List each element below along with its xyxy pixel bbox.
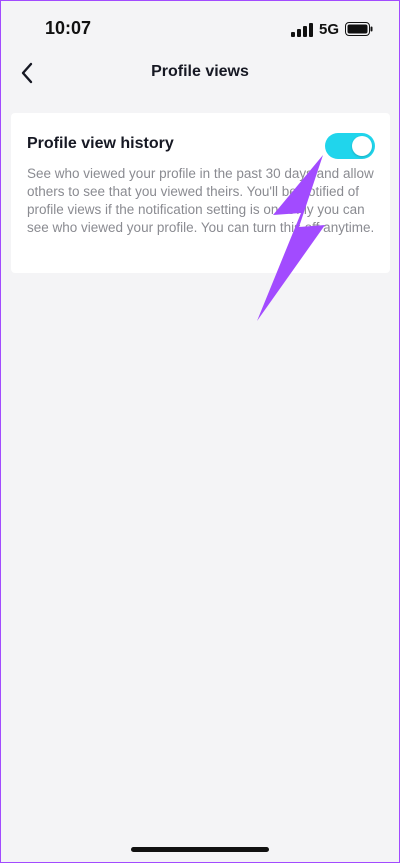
battery-icon — [345, 22, 373, 36]
page-title: Profile views — [151, 63, 249, 80]
phone-screen: 10:07 5G Profile views Profile view hist… — [0, 0, 400, 863]
status-bar: 10:07 5G — [1, 1, 399, 53]
status-time: 10:07 — [45, 18, 92, 38]
setting-title: Profile view history — [27, 135, 174, 152]
signal-bars-icon — [291, 23, 313, 37]
navigation-bar: Profile views — [1, 53, 399, 93]
network-type: 5G — [319, 21, 340, 38]
home-indicator — [131, 847, 269, 852]
pointer-arrow-icon — [257, 155, 325, 321]
